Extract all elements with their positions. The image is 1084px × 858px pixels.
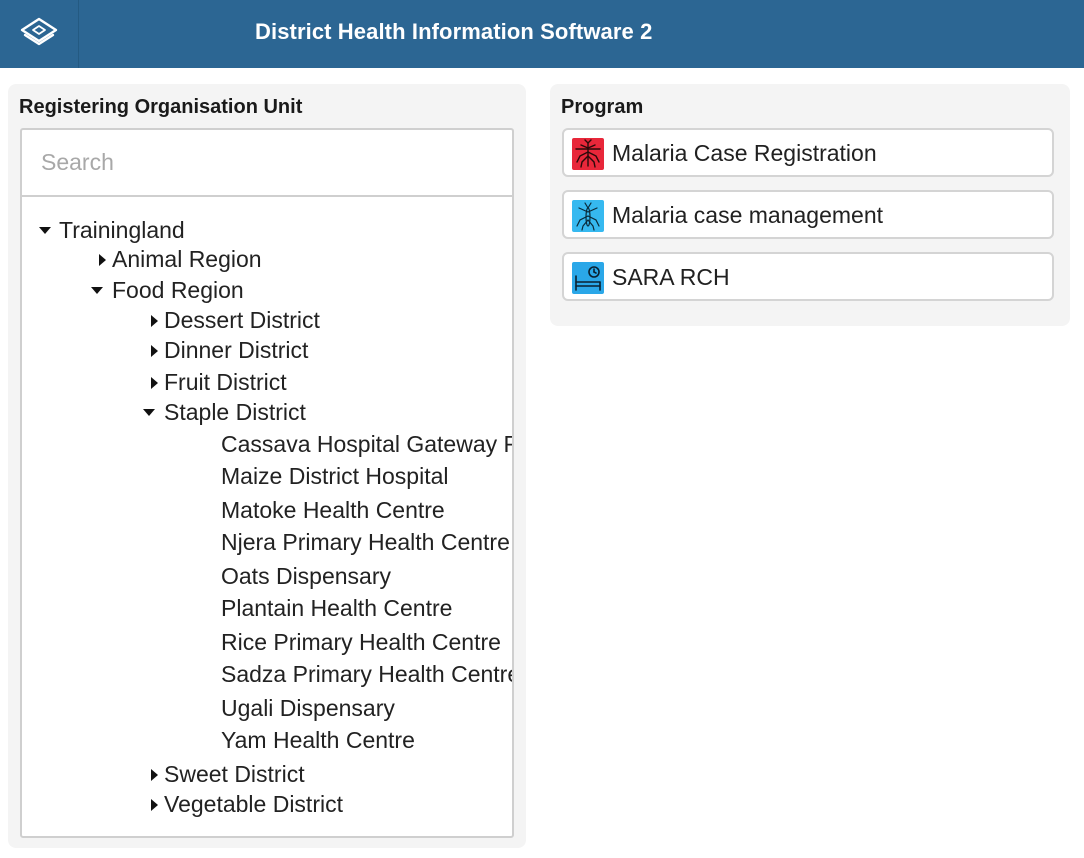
caret-down-icon[interactable]: [143, 409, 155, 416]
caret-down-icon[interactable]: [39, 227, 51, 234]
program-item-label: Malaria Case Registration: [612, 140, 877, 166]
tree-node-label[interactable]: Animal Region: [112, 245, 262, 273]
tree-node-label[interactable]: Vegetable District: [164, 790, 343, 818]
tree-leaf-facility[interactable]: Njera Primary Health Centre: [221, 528, 510, 556]
org-unit-search-input[interactable]: [41, 142, 481, 182]
program-item-sara-rch[interactable]: SARA RCH: [562, 252, 1054, 301]
tree-node-label[interactable]: Dinner District: [164, 336, 308, 364]
program-item-label: Malaria case management: [612, 202, 884, 228]
caret-right-icon[interactable]: [151, 377, 158, 389]
tree-leaf-facility[interactable]: Oats Dispensary: [221, 562, 391, 590]
tree-node-label[interactable]: Trainingland: [59, 216, 185, 244]
caret-right-icon[interactable]: [151, 315, 158, 327]
org-unit-search-box: [22, 130, 512, 197]
tree-node-label[interactable]: Sweet District: [164, 760, 305, 788]
clinic-bed-icon: [572, 262, 604, 294]
program-item-label: SARA RCH: [612, 264, 730, 290]
tree-node-label[interactable]: Staple District: [164, 398, 306, 426]
caret-right-icon[interactable]: [151, 345, 158, 357]
tree-leaf-facility[interactable]: Cassava Hospital Gateway F: [221, 430, 512, 458]
caret-right-icon[interactable]: [151, 799, 158, 811]
caret-right-icon[interactable]: [99, 254, 106, 266]
dhis2-logo-icon[interactable]: [0, 0, 79, 68]
program-panel-title: Program: [561, 96, 644, 118]
caret-right-icon[interactable]: [151, 769, 158, 781]
tree-leaf-facility[interactable]: Ugali Dispensary: [221, 694, 395, 722]
program-item-malaria-case-registration[interactable]: Malaria Case Registration: [562, 128, 1054, 177]
app-title: District Health Information Software 2: [255, 19, 653, 44]
org-unit-panel-title: Registering Organisation Unit: [19, 96, 303, 118]
caret-down-icon[interactable]: [91, 287, 103, 294]
program-panel: Program Malaria Case Registration Malari…: [550, 84, 1070, 326]
tree-node-label[interactable]: Dessert District: [164, 306, 320, 334]
tree-node-label[interactable]: Fruit District: [164, 368, 287, 396]
org-unit-tree-box: Trainingland Animal Region Food Region D…: [20, 128, 514, 838]
program-item-malaria-case-management[interactable]: Malaria case management: [562, 190, 1054, 239]
app-header: District Health Information Software 2: [0, 0, 1084, 68]
org-unit-panel: Registering Organisation Unit Trainingla…: [8, 84, 526, 848]
tree-leaf-facility[interactable]: Sadza Primary Health Centre: [221, 660, 512, 688]
mosquito-icon: [572, 200, 604, 232]
tree-leaf-facility[interactable]: Matoke Health Centre: [221, 496, 445, 524]
mosquito-icon: [572, 138, 604, 170]
tree-node-label[interactable]: Food Region: [112, 276, 244, 304]
tree-leaf-facility[interactable]: Plantain Health Centre: [221, 594, 452, 622]
tree-leaf-facility[interactable]: Yam Health Centre: [221, 726, 415, 754]
tree-leaf-facility[interactable]: Rice Primary Health Centre: [221, 628, 501, 656]
tree-leaf-facility[interactable]: Maize District Hospital: [221, 462, 449, 490]
